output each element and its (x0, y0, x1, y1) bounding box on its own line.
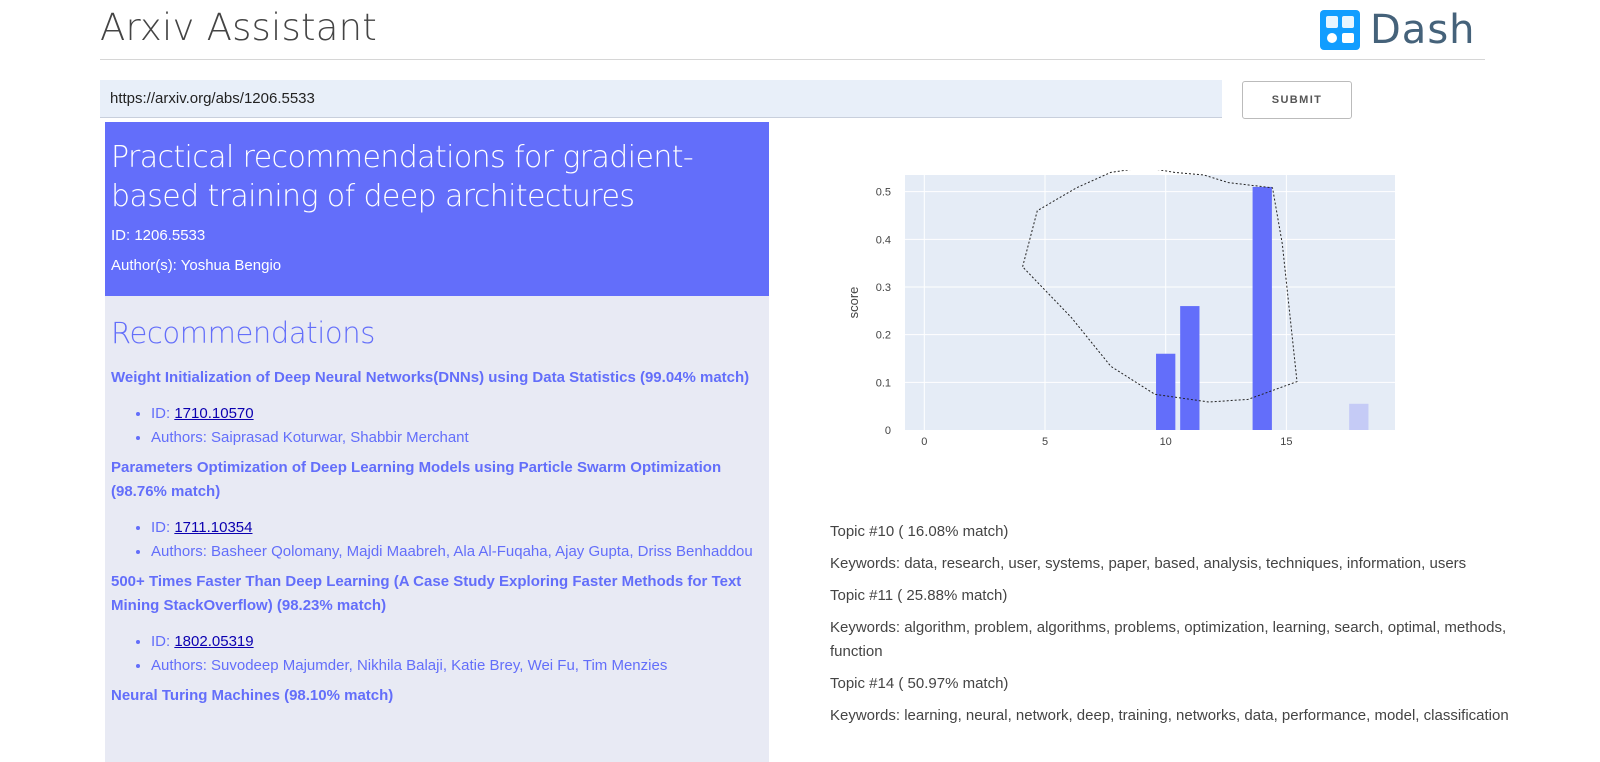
recommendations-heading: Recommendations (111, 316, 375, 350)
app-title: Arxiv Assistant (100, 6, 377, 49)
recommendation-details: ID: 1802.05319 Authors: Suvodeep Majumde… (111, 630, 763, 678)
header-divider (100, 59, 1485, 60)
y-tick-label: 0.5 (876, 187, 891, 199)
recommendation-authors: Authors: Saiprasad Koturwar, Shabbir Mer… (151, 426, 763, 450)
recommendation-title: 500+ Times Faster Than Deep Learning (A … (111, 573, 742, 614)
recommendation-id: ID: 1710.10570 (151, 402, 763, 426)
dash-logo-icon (1320, 10, 1360, 50)
arxiv-url-input[interactable] (100, 80, 1222, 118)
recommendation-id-link[interactable]: 1711.10354 (174, 519, 252, 536)
recommendation-id: ID: 1802.05319 (151, 630, 763, 654)
recommendation-authors: Authors: Suvodeep Majumder, Nikhila Bala… (151, 654, 763, 678)
recommendation-item: 500+ Times Faster Than Deep Learning (A … (111, 570, 763, 678)
submit-button[interactable]: SUBMIT (1242, 81, 1352, 119)
bar (1349, 403, 1369, 430)
recommendation-title: Parameters Optimization of Deep Learning… (111, 459, 722, 500)
x-tick-label: 10 (1160, 436, 1172, 448)
recommendation-authors: Authors: Basheer Qolomany, Majdi Maabreh… (151, 540, 763, 564)
recommendation-id-link[interactable]: 1802.05319 (174, 633, 253, 650)
paper-id: ID: 1206.5533 (111, 227, 206, 244)
recommendation-details: ID: 1710.10570 Authors: Saiprasad Koturw… (111, 402, 763, 450)
dash-logo-text: Dash (1370, 7, 1476, 53)
y-tick-label: 0.4 (876, 234, 891, 246)
bar (1180, 306, 1200, 430)
recommendation-item: Weight Initialization of Deep Neural Net… (111, 366, 763, 450)
bar (1252, 186, 1272, 430)
recommendation-details: ID: 1711.10354 Authors: Basheer Qolomany… (111, 516, 763, 564)
bar (1156, 353, 1176, 430)
topic-header: Topic #14 ( 50.97% match) (830, 675, 1009, 692)
y-axis-label: score (850, 287, 861, 319)
recommendation-title: Weight Initialization of Deep Neural Net… (111, 369, 750, 386)
topic-header: Topic #10 ( 16.08% match) (830, 523, 1009, 540)
topic-keywords: Keywords: data, research, user, systems,… (830, 555, 1467, 572)
recommendation-item: Parameters Optimization of Deep Learning… (111, 456, 763, 564)
topic-keywords: Keywords: learning, neural, network, dee… (830, 707, 1509, 724)
id-prefix: ID: (151, 519, 175, 536)
topics-list: Topic #10 ( 16.08% match) Keywords: data… (830, 520, 1510, 736)
plot-area (905, 175, 1395, 430)
y-tick-label: 0.1 (876, 377, 891, 389)
paper-authors: Author(s): Yoshua Bengio (111, 257, 282, 274)
x-tick-label: 5 (1042, 436, 1048, 448)
paper-card: Practical recommendations for gradient-b… (105, 122, 769, 296)
recommendations-section: Recommendations Weight Initialization of… (105, 296, 769, 708)
paper-title: Practical recommendations for gradient-b… (111, 140, 694, 214)
id-prefix: ID: (151, 405, 175, 422)
id-prefix: ID: (151, 633, 175, 650)
chart-svg[interactable]: 0 0.1 0.2 0.3 0.4 0.5 0 5 10 15 score (846, 166, 1420, 470)
x-tick-label: 0 (921, 436, 927, 448)
recommendation-title: Neural Turing Machines (98.10% match) (111, 687, 394, 704)
topic-header: Topic #11 ( 25.88% match) (830, 587, 1008, 604)
recommendation-id: ID: 1711.10354 (151, 516, 763, 540)
paper-panel: Practical recommendations for gradient-b… (105, 122, 769, 762)
y-tick-label: 0.2 (876, 330, 891, 342)
x-tick-label: 15 (1280, 436, 1292, 448)
topic-keywords: Keywords: algorithm, problem, algorithms… (830, 619, 1507, 660)
topic-score-chart[interactable]: 0 0.1 0.2 0.3 0.4 0.5 0 5 10 15 score (846, 166, 1420, 470)
dash-logo: Dash (1320, 10, 1476, 50)
recommendation-item: Neural Turing Machines (98.10% match) (111, 684, 763, 708)
y-tick-label: 0.3 (876, 282, 891, 294)
recommendation-id-link[interactable]: 1710.10570 (174, 405, 253, 422)
y-tick-label: 0 (885, 425, 891, 437)
